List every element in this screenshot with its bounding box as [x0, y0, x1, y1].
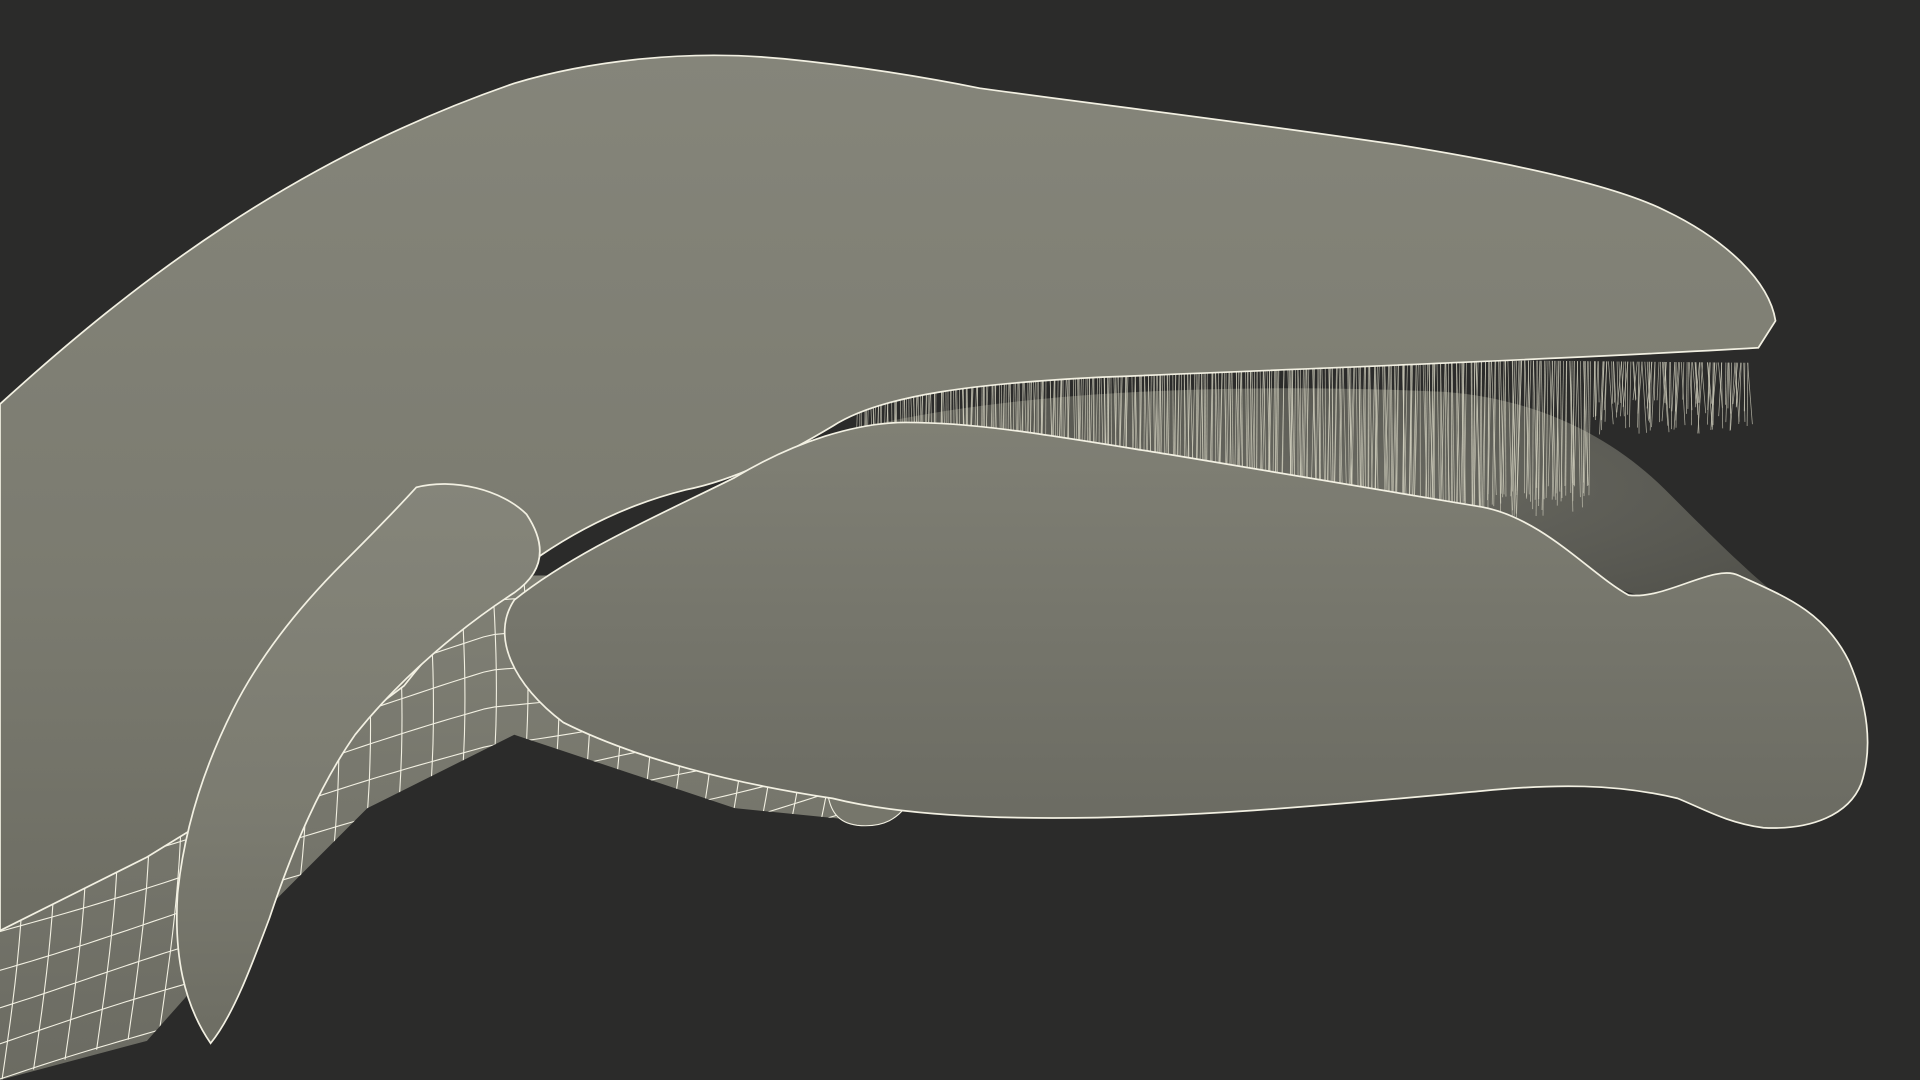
whale-render	[0, 54, 1869, 1080]
3d-viewport	[0, 0, 1920, 1080]
